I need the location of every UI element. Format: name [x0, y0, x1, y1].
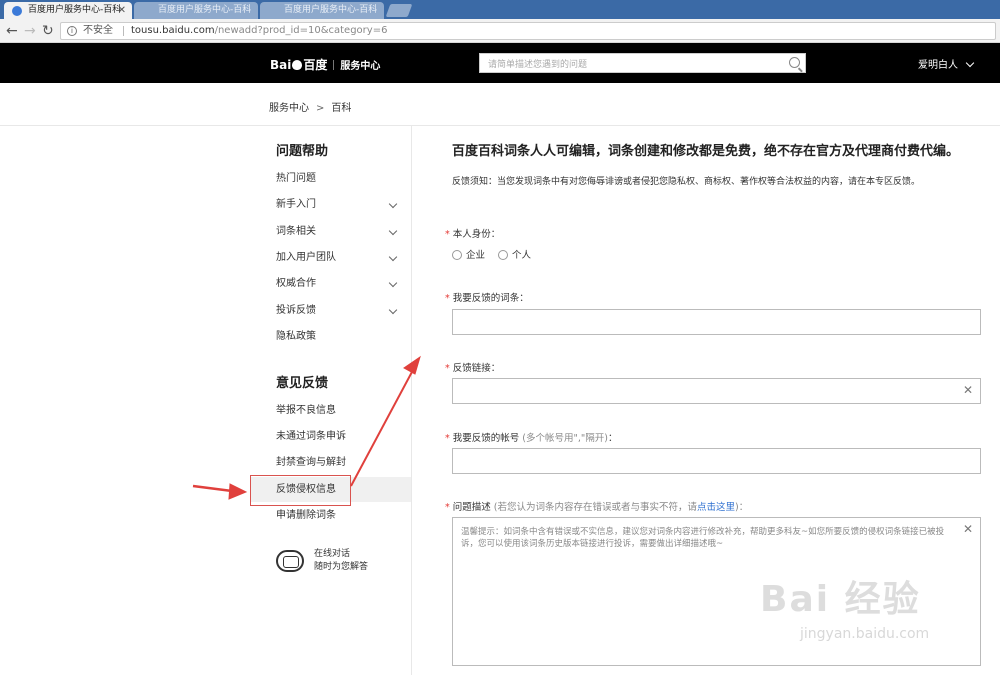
annotation-arrowhead	[403, 355, 421, 375]
annotation-arrowhead	[228, 483, 248, 500]
annotation-arrow-left	[192, 484, 233, 493]
annotation-arrow-up	[350, 369, 414, 487]
baidu-jingyan-watermark: Bai 经验 jingyan.baidu.com	[760, 579, 930, 642]
